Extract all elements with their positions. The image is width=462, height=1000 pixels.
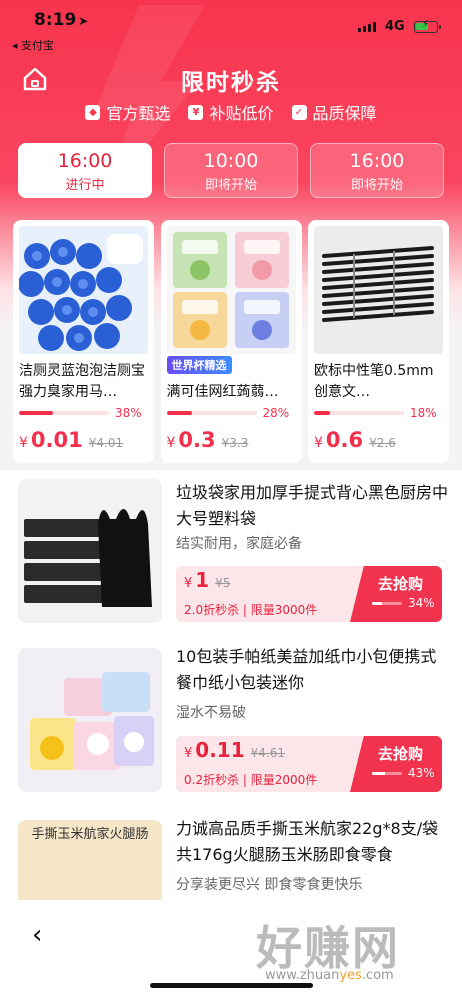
- list-item[interactable]: 10包装手帕纸美益加纸巾小包便携式餐巾纸小包装迷你 湿水不易破 ¥0.11 ¥4.…: [0, 642, 462, 814]
- promo-tag: 世界杯精选: [166, 356, 232, 374]
- grab-button[interactable]: 去抢购 34%: [350, 566, 442, 622]
- network-label: 4G: [385, 19, 405, 34]
- badge-subsidy: ¥ 补贴低价: [188, 100, 274, 124]
- back-arrow-icon[interactable]: ‹: [32, 920, 42, 950]
- product-title: 垃圾袋家用加厚手提式背心黑色厨房中大号塑料袋: [176, 483, 449, 528]
- featured-products: 洁厕灵蓝泡泡洁厕宝强力臭家用马… 38% ¥0.01 ¥4.01 世界杯精选 满可…: [13, 220, 449, 463]
- product-card[interactable]: 世界杯精选 满可佳网红蒟蒻… 28% ¥0.3 ¥3.3: [160, 220, 302, 463]
- product-subtitle: 结实耐用，家庭必备: [176, 536, 302, 552]
- signal-icon: [358, 22, 376, 32]
- diamond-icon: ◆: [85, 104, 101, 120]
- coupon-icon: ¥: [188, 104, 204, 120]
- battery-icon: ⚡: [414, 19, 441, 33]
- product-price: ¥0.3 ¥3.3: [166, 428, 249, 452]
- product-image-toilet-cleaner: [19, 226, 148, 354]
- page-title: 限时秒杀: [181, 70, 281, 96]
- status-bar: 8:19 ➤ ◂ 支付宝 4G ⚡: [0, 0, 462, 58]
- buy-panel[interactable]: ¥1 ¥5 2.0折秒杀 | 限量3000件 去抢购 34%: [176, 566, 442, 622]
- tab-session-1[interactable]: 16:00 进行中: [18, 143, 152, 198]
- product-image-gel-pens: [314, 226, 443, 354]
- session-tabs: 16:00 进行中 10:00 即将开始 16:00 即将开始: [18, 143, 444, 198]
- product-image-tissues: [18, 648, 162, 792]
- product-card[interactable]: 欧标中性笔0.5mm创意文… 18% ¥0.6 ¥2.6: [308, 220, 449, 463]
- back-to-app[interactable]: ◂ 支付宝: [12, 37, 54, 53]
- product-name: 欧标中性笔0.5mm创意文…: [314, 363, 434, 400]
- shield-check-icon: ✓: [291, 104, 307, 120]
- list-item[interactable]: 垃圾袋家用加厚手提式背心黑色厨房中大号塑料袋 结实耐用，家庭必备 ¥1 ¥5 2.0…: [0, 470, 462, 642]
- status-time: 8:19 ➤: [34, 10, 89, 30]
- watermark-url: www.zhuanyes.com: [265, 968, 394, 983]
- grab-button[interactable]: 去抢购 43%: [350, 736, 442, 792]
- home-indicator[interactable]: [150, 983, 313, 988]
- product-title: 力诚高品质手撕玉米航家22g*8支/袋共176g火腿肠玉米肠即食零食: [176, 819, 439, 864]
- product-title: 10包装手帕纸美益加纸巾小包便携式餐巾纸小包装迷你: [176, 647, 437, 692]
- product-price: ¥0.01 ¥4.01: [19, 428, 124, 452]
- sales-progress: 38%: [19, 406, 148, 420]
- product-subtitle: 分享装更尽兴 即食零食更快乐: [176, 877, 363, 893]
- product-price: ¥0.6 ¥2.6: [314, 428, 396, 452]
- sales-progress: 28%: [166, 406, 296, 420]
- location-arrow-icon: ➤: [78, 14, 89, 28]
- badge-quality: ✓ 品质保障: [291, 100, 377, 124]
- product-image-konjac-jelly: [166, 226, 296, 354]
- badge-official: ◆ 官方甄选: [85, 100, 170, 124]
- list-item[interactable]: 手撕玉米航家火腿肠 力诚高品质手撕玉米航家22g*8支/袋共176g火腿肠玉米肠…: [0, 814, 462, 964]
- service-badges: ◆ 官方甄选 ¥ 补贴低价 ✓ 品质保障: [0, 100, 462, 124]
- product-name: 洁厕灵蓝泡泡洁厕宝强力臭家用马…: [19, 363, 145, 400]
- sales-progress: 18%: [314, 406, 443, 420]
- buy-panel[interactable]: ¥0.11 ¥4.61 0.2折秒杀 | 限量2000件 去抢购 43%: [176, 736, 442, 792]
- product-image-trash-bags: [18, 479, 162, 623]
- tab-session-3[interactable]: 16:00 即将开始: [310, 143, 444, 198]
- product-card[interactable]: 洁厕灵蓝泡泡洁厕宝强力臭家用马… 38% ¥0.01 ¥4.01: [13, 220, 154, 463]
- tab-session-2[interactable]: 10:00 即将开始: [164, 143, 298, 198]
- product-subtitle: 湿水不易破: [176, 705, 246, 721]
- product-image-caption: 手撕玉米航家火腿肠: [31, 827, 149, 842]
